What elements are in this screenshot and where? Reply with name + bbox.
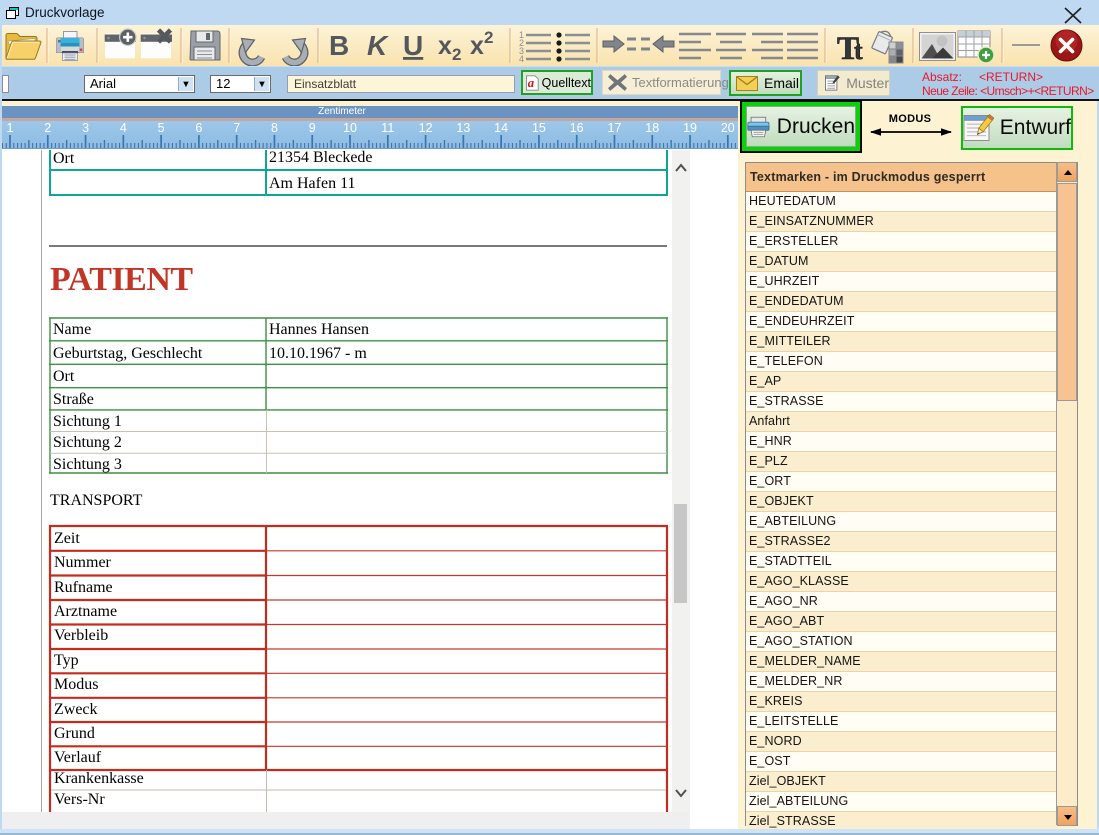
svg-text:4: 4 xyxy=(519,54,524,64)
svg-text:x: x xyxy=(438,32,452,60)
svg-text:2: 2 xyxy=(452,45,461,64)
svg-text:2: 2 xyxy=(484,28,493,47)
svg-text:t: t xyxy=(854,36,863,65)
svg-text:U: U xyxy=(403,30,423,61)
svg-text:x: x xyxy=(470,32,484,60)
svg-text:K: K xyxy=(367,30,389,61)
svg-text:B: B xyxy=(329,30,349,61)
svg-text:a: a xyxy=(528,76,535,90)
